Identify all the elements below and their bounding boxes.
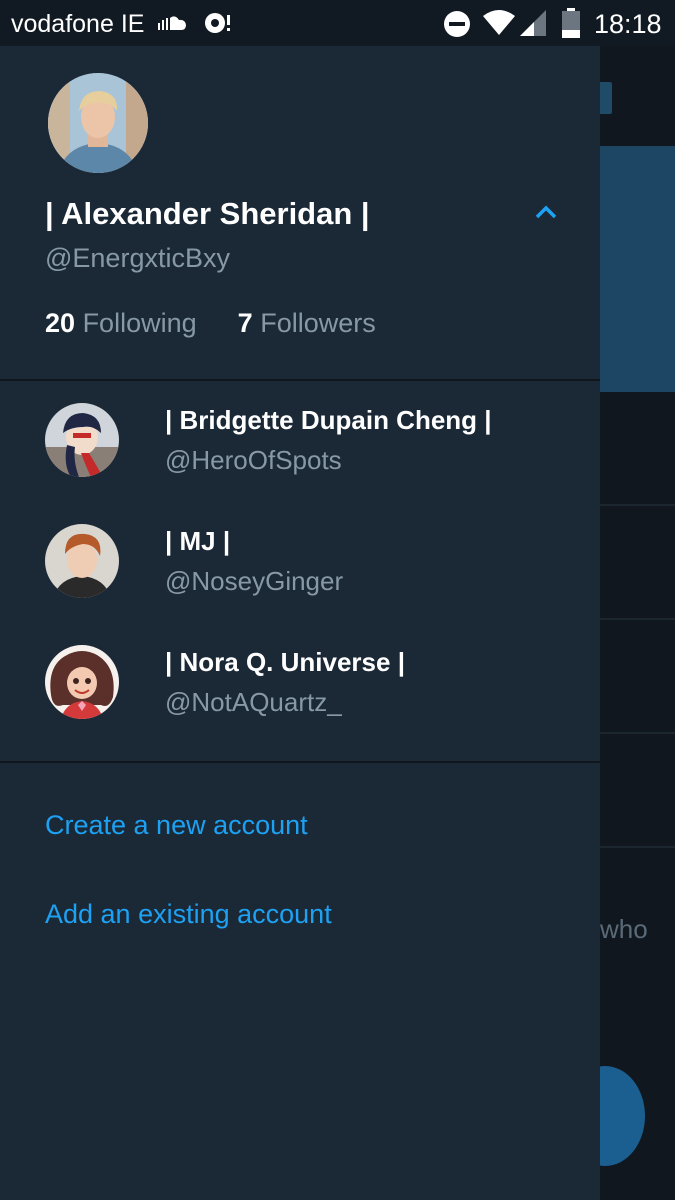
chevron-up-icon xyxy=(535,205,557,224)
background-header xyxy=(600,146,675,392)
divider xyxy=(0,379,600,381)
do-not-disturb-icon xyxy=(443,10,471,43)
follow-stats: 20 Following 7 Followers xyxy=(45,308,376,339)
followers-label: Followers xyxy=(260,308,376,338)
background-divider xyxy=(600,732,675,734)
background-text: who xyxy=(600,914,648,944)
account-handle: @NotAQuartz_ xyxy=(165,687,342,717)
collapse-accounts-button[interactable] xyxy=(528,196,564,232)
soundcloud-icon xyxy=(158,14,188,37)
carrier-name: vodafone IE xyxy=(11,10,145,38)
clock: 18:18 xyxy=(594,9,662,39)
account-handle: @HeroOfSpots xyxy=(165,445,342,475)
profile-avatar[interactable] xyxy=(45,70,151,176)
divider xyxy=(0,761,600,763)
account-name: | Bridgette Dupain Cheng | xyxy=(165,405,492,435)
background-divider xyxy=(600,504,675,506)
account-name: | Nora Q. Universe | xyxy=(165,647,405,677)
cell-signal-icon xyxy=(520,10,548,41)
following-count: 20 xyxy=(45,308,76,338)
create-account-link[interactable]: Create a new account xyxy=(45,810,308,841)
account-avatar xyxy=(45,524,119,598)
add-account-link[interactable]: Add an existing account xyxy=(45,899,332,930)
profile-name: | Alexander Sheridan | xyxy=(45,196,370,231)
account-item[interactable]: | Nora Q. Universe | @NotAQuartz_ xyxy=(0,645,600,765)
battery-icon xyxy=(562,8,580,43)
profile-handle: @EnergxticBxy xyxy=(45,243,230,273)
account-handle: @NoseyGinger xyxy=(165,566,344,596)
account-drawer: | Alexander Sheridan | @EnergxticBxy 20 … xyxy=(0,46,600,1200)
account-item[interactable]: | MJ | @NoseyGinger xyxy=(0,524,600,644)
background-divider xyxy=(600,846,675,848)
wifi-icon xyxy=(482,10,516,41)
following-link[interactable]: 20 Following xyxy=(45,308,204,338)
followers-link[interactable]: 7 Followers xyxy=(238,308,376,338)
account-avatar xyxy=(45,645,119,719)
account-item[interactable]: | Bridgette Dupain Cheng | @HeroOfSpots xyxy=(0,403,600,523)
following-label: Following xyxy=(82,308,197,338)
status-bar: vodafone IE 18:18 xyxy=(0,0,675,46)
followers-count: 7 xyxy=(237,308,253,338)
account-avatar xyxy=(45,403,119,477)
alarm-icon xyxy=(203,10,233,41)
background-divider xyxy=(600,618,675,620)
account-name: | MJ | xyxy=(165,526,231,556)
